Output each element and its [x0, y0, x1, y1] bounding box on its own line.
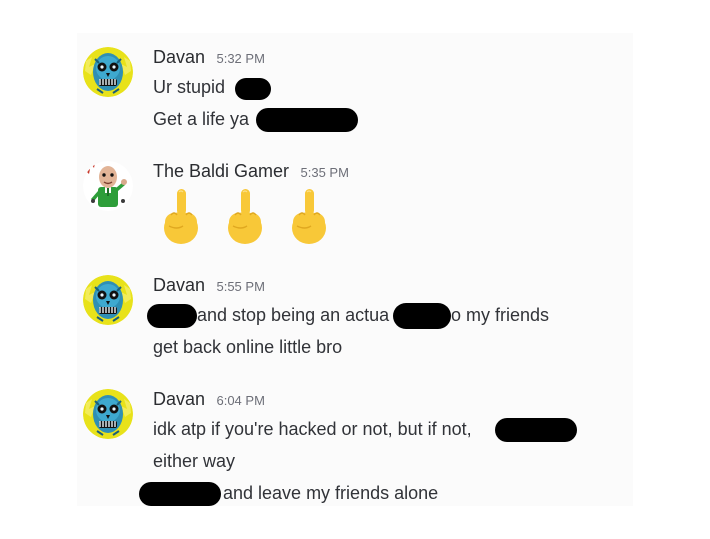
message-header: Davan 5:55 PM — [153, 275, 265, 301]
message-text-content: idk atp if you're hacked or not, but if … — [153, 419, 472, 439]
username[interactable]: Davan — [153, 275, 205, 295]
middle-finger-emoji-icon[interactable] — [287, 188, 331, 246]
redaction-mark — [139, 482, 221, 506]
message-text: either way — [153, 448, 235, 474]
username[interactable]: Davan — [153, 389, 205, 409]
message-text-content: Get a life ya — [153, 109, 250, 129]
user-avatar[interactable] — [83, 275, 133, 325]
message-text-content: and leave my friends alone — [223, 483, 439, 503]
timestamp: 5:35 PM — [300, 165, 349, 180]
timestamp: 5:32 PM — [216, 51, 265, 66]
message-text-content: Ur stupid — [153, 77, 226, 97]
chat-message-list[interactable]: Davan 5:32 PM Ur stupid Get a life ya Th… — [77, 33, 633, 506]
timestamp: 6:04 PM — [216, 393, 265, 408]
redaction-mark — [393, 303, 451, 329]
message-text-content: o my friends — [451, 305, 550, 325]
username[interactable]: The Baldi Gamer — [153, 161, 289, 181]
user-avatar[interactable] — [83, 161, 133, 211]
user-avatar[interactable] — [83, 389, 133, 439]
message-header: The Baldi Gamer 5:35 PM — [153, 161, 349, 187]
redaction-mark — [147, 304, 197, 328]
message-text: Get a life ya — [153, 106, 358, 132]
message-text: Ur stupid — [153, 74, 271, 100]
message-header: Davan 6:04 PM — [153, 389, 265, 415]
message-text-content: either way — [153, 451, 236, 471]
redaction-mark — [256, 108, 358, 132]
message-text-content: and stop being an actua — [197, 305, 390, 325]
zombie-face-avatar-icon — [83, 47, 133, 97]
username[interactable]: Davan — [153, 47, 205, 67]
timestamp: 5:55 PM — [216, 279, 265, 294]
zombie-face-avatar-icon — [83, 389, 133, 439]
message-header: Davan 5:32 PM — [153, 47, 265, 73]
middle-finger-emoji-icon[interactable] — [159, 188, 203, 246]
zombie-face-avatar-icon — [83, 275, 133, 325]
baldi-character-avatar-icon — [83, 161, 133, 211]
user-avatar[interactable] — [83, 47, 133, 97]
redaction-mark — [235, 78, 271, 100]
middle-finger-emoji-icon[interactable] — [223, 188, 267, 246]
message-text-content: get back online little bro — [153, 337, 343, 357]
redaction-mark — [495, 418, 577, 442]
message-text: get back online little bro — [153, 334, 342, 360]
message-text: idk atp if you're hacked or not, but if … — [153, 416, 577, 442]
